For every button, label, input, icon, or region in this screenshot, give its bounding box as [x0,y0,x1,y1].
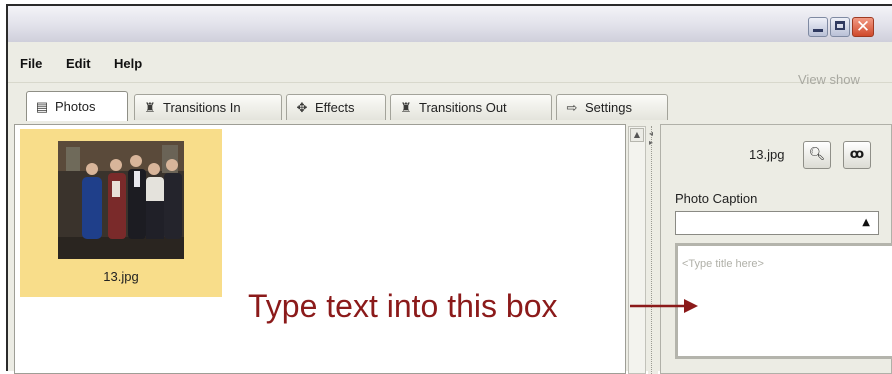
tab-label: Transitions In [163,100,241,115]
photo-thumbnail[interactable]: 13.jpg [20,129,222,297]
tab-transitions-out[interactable]: ♜ Transitions Out [390,94,552,120]
selected-filename: 13.jpg [749,147,785,162]
photos-icon: ▤ [35,98,49,114]
menu-bar: File Edit Help [8,42,892,83]
caption-style-select[interactable]: ▲ [675,211,879,235]
tab-label: Photos [55,99,96,114]
minimize-icon [813,29,823,32]
minimize-button[interactable] [808,17,828,37]
tab-strip: ▤ Photos ♜ Transitions In ✥ Effects ♜ Tr… [0,91,892,122]
tab-transitions-in[interactable]: ♜ Transitions In [134,94,282,120]
pointer-arrow-icon [630,299,698,313]
scroll-up-icon[interactable]: ▲ [630,128,644,142]
tab-label: Settings [585,100,632,115]
thumbnail-filename: 13.jpg [103,269,139,284]
dropdown-arrow-icon[interactable]: ▲ [862,217,870,228]
title-bar: ✕ [8,6,892,43]
caption-title-textarea[interactable] [675,243,892,359]
instruction-callout: Type text into this box [248,288,558,324]
tab-effects[interactable]: ✥ Effects [286,94,386,120]
close-button[interactable]: ✕ [852,17,874,37]
binoculars-icon: ꝏ [849,147,865,162]
grid-scrollbar[interactable]: ▲ [628,126,646,374]
tab-label: Transitions Out [419,100,507,115]
view-show-link[interactable]: View show [798,72,860,87]
tab-label: Effects [315,100,355,115]
transitions-in-icon: ♜ [144,99,156,115]
tab-photos[interactable]: ▤ Photos [26,91,128,121]
photo-grid: 13.jpg [14,124,626,374]
family-photo-image [58,141,184,259]
effects-icon: ✥ [296,99,308,115]
photo-caption-label: Photo Caption [675,191,758,206]
transitions-out-icon: ♜ [400,99,412,115]
maximize-button[interactable] [830,17,850,37]
tab-settings[interactable]: ⇨ Settings [556,94,668,120]
splitter-grip [651,126,654,374]
find-button[interactable]: ꝏ [843,141,871,169]
menu-help[interactable]: Help [114,56,142,71]
settings-icon: ⇨ [566,99,578,115]
close-icon: ✕ [855,17,871,37]
magnifier-icon: 🔍︎ [808,147,826,162]
caption-panel: 13.jpg 🔍︎ ꝏ Photo Caption ▲ [660,124,892,374]
maximize-icon [835,21,845,30]
zoom-button[interactable]: 🔍︎ [803,141,831,169]
menu-file[interactable]: File [20,56,42,71]
panel-splitter[interactable]: ◂ ▸ [648,126,658,374]
menu-edit[interactable]: Edit [66,56,91,71]
